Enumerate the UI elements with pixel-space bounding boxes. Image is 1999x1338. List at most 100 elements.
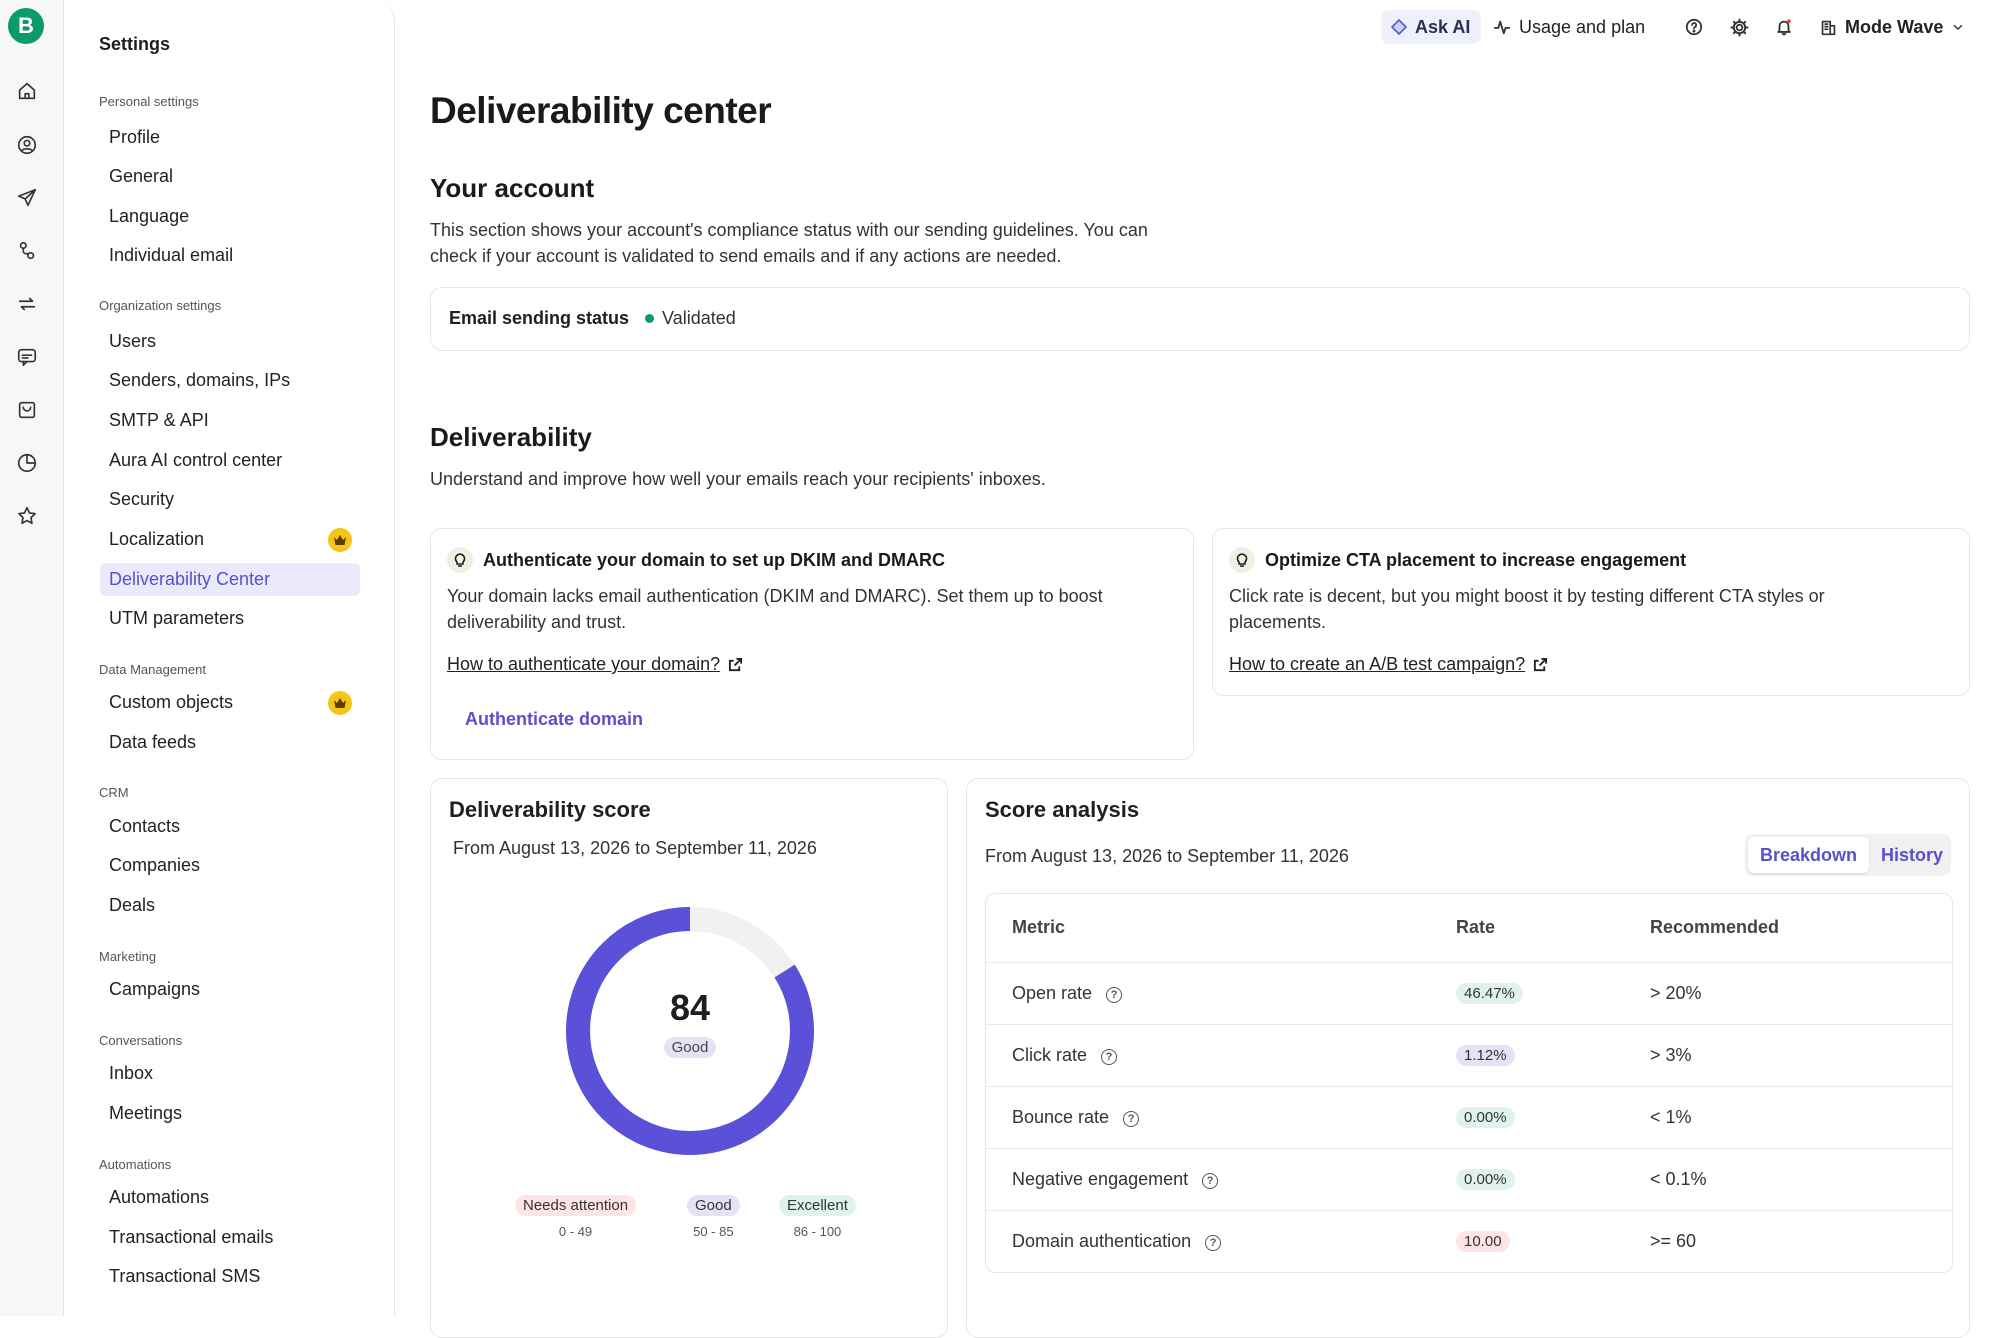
sidebar-item-label: Custom objects [109,692,234,712]
sidebar-item-transactional-sms[interactable]: Transactional SMS [100,1260,360,1293]
external-link-icon [729,657,743,672]
tip-title: Optimize CTA placement to increase engag… [1265,549,1687,570]
recommended-value: < 1% [1624,1086,1952,1149]
sidebar-item-meetings[interactable]: Meetings [100,1097,360,1130]
sync-icon[interactable] [14,291,40,317]
sidebar-item-data-feeds[interactable]: Data feeds [100,726,360,759]
your-account-desc-1: This section shows your account's compli… [430,220,1148,240]
tab-breakdown[interactable]: Breakdown [1748,837,1870,873]
ab-test-help-link[interactable]: How to create an A/B test campaign? [1229,654,1548,675]
help-icon[interactable]: ? [1202,1172,1219,1189]
page-title: Deliverability center [430,90,772,131]
sidebar-item-aura-ai[interactable]: Aura AI control center [100,444,360,477]
authenticate-domain-button[interactable]: Authenticate domain [465,709,643,730]
contacts-icon[interactable] [14,132,40,158]
sidebar-item-automations[interactable]: Automations [100,1181,360,1214]
rate-badge: 1.12% [1456,1045,1515,1066]
crown-icon [328,528,352,552]
send-icon[interactable] [14,185,40,211]
metric-name: Click rate [1012,1044,1088,1065]
legend-good: Good 50 - 85 [687,1195,740,1239]
sidebar-item-senders[interactable]: Senders, domains, IPs [100,364,360,397]
table-row: Open rate? 46.47% > 20% [986,962,1952,1025]
table-row: Negative engagement? 0.00% < 0.1% [986,1148,1952,1211]
home-icon[interactable] [14,78,40,104]
deliverability-desc: Understand and improve how well your ema… [430,469,1046,489]
help-icon[interactable]: ? [1101,1048,1118,1065]
settings-sidebar: Settings Personal settings Profile Gener… [64,0,395,1316]
sidebar-item-custom-objects[interactable]: Custom objects [100,686,360,719]
shop-icon[interactable] [14,397,40,423]
tip-desc-2: deliverability and trust. [447,612,627,632]
sidebar-item-individual-email[interactable]: Individual email [100,239,360,272]
table-row: Domain authentication? 10.00 >= 60 [986,1210,1952,1272]
sidebar-item-contacts[interactable]: Contacts [100,810,360,843]
sidebar-item-general[interactable]: General [100,160,360,193]
section-marketing: Marketing [99,949,157,964]
tip-title: Authenticate your domain to set up DKIM … [483,549,946,570]
rate-badge: 0.00% [1456,1107,1515,1128]
sidebar-item-deliverability-center[interactable]: Deliverability Center [100,563,360,596]
tip-desc-1: Your domain lacks email authentication (… [447,586,1103,606]
tip-desc-2: placements. [1229,612,1327,632]
account-switcher[interactable]: Mode Wave [1820,10,1965,44]
status-dot [645,314,655,323]
lightbulb-icon [447,547,473,573]
ask-ai-button[interactable]: Ask AI [1381,10,1481,44]
your-account-desc-2: check if your account is validated to se… [430,246,1062,266]
sidebar-item-utm-parameters[interactable]: UTM parameters [100,602,360,635]
brand-logo[interactable]: B [8,8,44,44]
section-organization-settings: Organization settings [99,298,222,313]
rate-badge: 10.00 [1456,1231,1510,1253]
section-personal-settings: Personal settings [99,94,199,109]
star-icon[interactable] [14,503,40,529]
sidebar-item-campaigns[interactable]: Campaigns [100,973,360,1006]
tab-history[interactable]: History [1869,837,1955,873]
metrics-table-wrapper: Metric Rate Recommended Open rate? 46.47… [985,893,1953,1273]
sidebar-item-language[interactable]: Language [100,200,360,233]
crown-icon [328,691,352,715]
settings-button[interactable] [1730,10,1749,44]
chevron-down-icon [1954,24,1963,30]
sidebar-item-inbox[interactable]: Inbox [100,1057,360,1090]
automation-icon[interactable] [14,238,40,264]
recommended-value: > 3% [1624,1024,1952,1087]
score-date-range: From August 13, 2026 to September 11, 20… [453,838,817,858]
help-icon[interactable]: ? [1205,1234,1222,1251]
external-link-icon [1534,657,1548,672]
sidebar-item-smtp-api[interactable]: SMTP & API [100,404,360,437]
sidebar-item-transactional-emails[interactable]: Transactional emails [100,1221,360,1254]
email-sending-status-value: Validated [662,308,736,328]
gear-icon [1730,17,1749,37]
usage-plan-button[interactable]: Usage and plan [1493,10,1645,44]
sidebar-item-deals[interactable]: Deals [100,889,360,922]
sidebar-item-users[interactable]: Users [100,325,360,358]
help-button[interactable] [1685,10,1703,44]
help-icon [1685,18,1703,36]
lightbulb-icon [1229,547,1255,573]
sidebar-item-security[interactable]: Security [100,483,360,516]
help-icon[interactable]: ? [1106,986,1123,1003]
sidebar-item-companies[interactable]: Companies [100,849,360,882]
help-icon[interactable]: ? [1123,1110,1140,1127]
tip-card-cta: Optimize CTA placement to increase engag… [1212,528,1970,696]
notifications-button[interactable] [1775,10,1793,44]
your-account-heading: Your account [430,173,595,203]
col-recommended: Recommended [1624,894,1952,963]
chat-icon[interactable] [14,344,40,370]
metric-name: Bounce rate [1012,1106,1110,1127]
sidebar-item-localization[interactable]: Localization [100,523,360,556]
view-toggle: Breakdown History [1745,834,1951,876]
table-row: Bounce rate? 0.00% < 1% [986,1086,1952,1149]
sidebar-item-profile[interactable]: Profile [100,121,360,154]
ai-sparkle-icon [1391,19,1407,35]
authenticate-help-link[interactable]: How to authenticate your domain? [447,654,743,675]
section-data-management: Data Management [99,662,206,677]
deliverability-score-card: Deliverability score From August 13, 202… [430,778,948,1338]
metric-name: Open rate [1012,982,1093,1003]
recommended-value: >= 60 [1650,1230,1697,1251]
section-crm: CRM [99,785,129,800]
sidebar-item-label: Localization [109,529,205,549]
reports-icon[interactable] [14,450,40,476]
bell-icon [1777,19,1791,36]
